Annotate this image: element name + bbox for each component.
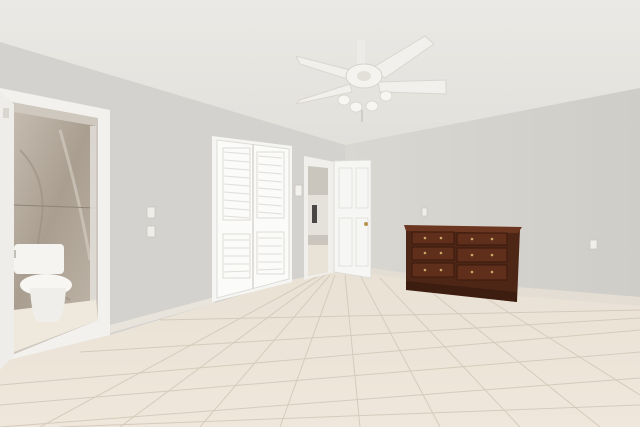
wooden-dresser xyxy=(404,225,522,302)
bathroom-doorway[interactable] xyxy=(0,88,110,370)
room-illustration xyxy=(0,0,640,427)
outlet xyxy=(589,239,598,250)
hallway-doorway[interactable] xyxy=(304,156,335,280)
closet-bifold-door[interactable] xyxy=(212,136,292,302)
outlet xyxy=(421,207,428,217)
light-switch[interactable] xyxy=(146,206,156,219)
door-knob[interactable] xyxy=(364,222,368,226)
bathroom-door[interactable] xyxy=(0,92,14,370)
outlet xyxy=(146,225,156,238)
thermostat[interactable] xyxy=(294,184,303,197)
room-photo xyxy=(0,0,640,427)
